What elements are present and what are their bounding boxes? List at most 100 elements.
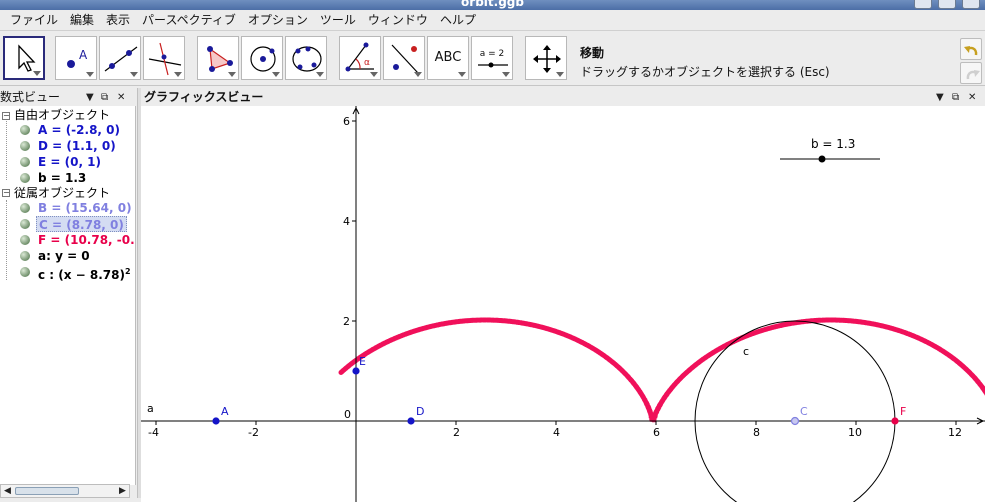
title-bar: orbit.ggb <box>0 0 985 10</box>
algebra-item-D[interactable]: D = (1.1, 0) <box>38 138 116 154</box>
y-tick-label: 2 <box>343 315 350 328</box>
graphics-view-menu-icon[interactable]: ▼ <box>936 92 944 103</box>
point-A-label: A <box>221 405 229 418</box>
current-tool-description: ドラッグするかオブジェクトを選択する (Esc) <box>580 65 830 79</box>
algebra-item-A[interactable]: A = (-2.8, 0) <box>38 122 120 138</box>
current-tool-name: 移動 <box>580 46 605 60</box>
angle-tool-button[interactable]: α <box>339 36 381 80</box>
menu-window[interactable]: ウィンドウ <box>362 10 434 31</box>
point-E[interactable] <box>352 367 360 375</box>
collapse-toggle-icon[interactable]: − <box>2 112 10 120</box>
algebra-item-B[interactable]: B = (15.64, 0) <box>38 200 132 216</box>
tree-guide <box>6 116 7 180</box>
algebra-horizontal-scrollbar[interactable]: ◀ ▶ <box>0 484 130 498</box>
algebra-item-c-text: c : (x − 8.78) <box>38 268 125 282</box>
point-E-label: E <box>359 355 366 368</box>
graphics-view-close-icon[interactable]: ✕ <box>968 92 976 103</box>
graphics-view-title: グラフィックスビュー <box>144 90 264 104</box>
text-tool-button[interactable]: ABC <box>427 36 469 80</box>
visibility-toggle-icon[interactable] <box>20 267 30 277</box>
maximize-button[interactable] <box>938 0 956 9</box>
window-title: orbit.ggb <box>461 0 524 9</box>
line-tool-button[interactable] <box>99 36 141 80</box>
move-view-tool-button[interactable] <box>525 36 567 80</box>
point-F[interactable] <box>891 417 899 425</box>
visibility-toggle-icon[interactable] <box>20 125 30 135</box>
visibility-toggle-icon[interactable] <box>20 219 30 229</box>
algebra-item-C[interactable]: C = (8.78, 0) <box>36 216 127 232</box>
visibility-toggle-icon[interactable] <box>20 203 30 213</box>
close-window-button[interactable] <box>962 0 980 9</box>
perpendicular-line-tool-button[interactable] <box>143 36 185 80</box>
scrollbar-thumb[interactable] <box>15 487 79 495</box>
visibility-toggle-icon[interactable] <box>20 251 30 261</box>
point-C[interactable] <box>790 416 800 426</box>
origin-label: 0 <box>344 408 351 421</box>
algebra-view-undock-icon[interactable]: ⧉ <box>101 92 108 103</box>
menu-file[interactable]: ファイル <box>4 10 64 31</box>
x-tick-label: -4 <box>148 426 159 439</box>
algebra-item-E[interactable]: E = (0, 1) <box>38 154 101 170</box>
group-free-objects[interactable]: 自由オブジェクト <box>14 107 110 123</box>
minimize-button[interactable] <box>914 0 932 9</box>
scroll-left-icon[interactable]: ◀ <box>4 486 11 496</box>
graphics-canvas[interactable]: -4 -2 2 4 6 8 10 12 0 2 4 6 c a A D E C Fb = 1.3 <box>141 106 985 502</box>
point-A[interactable] <box>212 417 220 425</box>
geogebra-window: orbit.ggb ファイル 編集 表示 パースペクティブ オプション ツール … <box>0 0 985 502</box>
menu-bar: ファイル 編集 表示 パースペクティブ オプション ツール ウィンドウ ヘルプ <box>0 10 985 31</box>
algebra-view: − 自由オブジェクト A = (-2.8, 0) D = (1.1, 0) E … <box>0 106 136 485</box>
x-tick-label: 2 <box>453 426 460 439</box>
group-dependent-objects[interactable]: 従属オブジェクト <box>14 185 110 201</box>
collapse-toggle-icon[interactable]: − <box>2 189 10 197</box>
tool-help: 移動 ドラッグするかオブジェクトを選択する (Esc) <box>580 44 830 80</box>
visibility-toggle-icon[interactable] <box>20 173 30 183</box>
y-tick-label: 6 <box>343 115 350 128</box>
algebra-item-F[interactable]: F = (10.78, -0. <box>38 232 135 248</box>
menu-edit[interactable]: 編集 <box>64 10 100 31</box>
graphics-view[interactable]: -4 -2 2 4 6 8 10 12 0 2 4 6 c a A D E C Fb = 1.3 <box>141 106 985 502</box>
menu-tools[interactable]: ツール <box>314 10 362 31</box>
circle-tool-button[interactable] <box>241 36 283 80</box>
x-tick-label: 8 <box>753 426 760 439</box>
visibility-toggle-icon[interactable] <box>20 235 30 245</box>
menu-help[interactable]: ヘルプ <box>434 10 482 31</box>
move-tool-button[interactable] <box>3 36 45 80</box>
visibility-toggle-icon[interactable] <box>20 157 30 167</box>
algebra-view-close-icon[interactable]: ✕ <box>117 92 125 103</box>
algebra-view-menu-icon[interactable]: ▼ <box>86 92 94 103</box>
x-tick-label: -2 <box>248 426 259 439</box>
undo-button[interactable] <box>960 38 982 60</box>
polygon-tool-button[interactable] <box>197 36 239 80</box>
visibility-toggle-icon[interactable] <box>20 141 30 151</box>
circle-c-label: c <box>743 345 749 358</box>
point-C-label: C <box>800 405 808 418</box>
point-D[interactable] <box>407 417 415 425</box>
algebra-item-c-exponent: 2 <box>125 267 131 276</box>
menu-view[interactable]: 表示 <box>100 10 136 31</box>
slider-tool-button[interactable]: a = 2 <box>471 36 513 80</box>
menu-options[interactable]: オプション <box>242 10 314 31</box>
point-tool-button[interactable]: A <box>55 36 97 80</box>
x-tick-label: 10 <box>848 426 862 439</box>
algebra-item-a[interactable]: a: y = 0 <box>38 248 90 264</box>
point-D-label: D <box>416 405 424 418</box>
x-tick-label: 4 <box>553 426 560 439</box>
algebra-view-title: 数式ビュー <box>0 90 61 104</box>
tree-guide <box>6 200 7 280</box>
algebra-item-c[interactable]: c : (x − 8.78)2 <box>38 264 131 282</box>
conic-tool-button[interactable] <box>285 36 327 80</box>
menu-perspectives[interactable]: パースペクティブ <box>136 10 242 31</box>
toolbar: A α ABC a = 2 移動 ドラッグするかオブジェクトを選択する (Esc… <box>0 32 985 86</box>
slider-b-knob[interactable] <box>818 155 826 163</box>
text-tool-label: ABC <box>434 50 462 65</box>
x-tick-label: 12 <box>948 426 962 439</box>
redo-button[interactable] <box>960 62 982 84</box>
algebra-item-b[interactable]: b = 1.3 <box>38 170 86 186</box>
slider-b-label: b = 1.3 <box>811 137 855 151</box>
point-F-label: F <box>900 405 906 418</box>
reflect-tool-button[interactable] <box>383 36 425 80</box>
y-tick-label: 4 <box>343 215 350 228</box>
graphics-view-undock-icon[interactable]: ⧉ <box>952 92 959 103</box>
undo-icon <box>964 46 978 56</box>
scroll-right-icon[interactable]: ▶ <box>119 486 126 496</box>
